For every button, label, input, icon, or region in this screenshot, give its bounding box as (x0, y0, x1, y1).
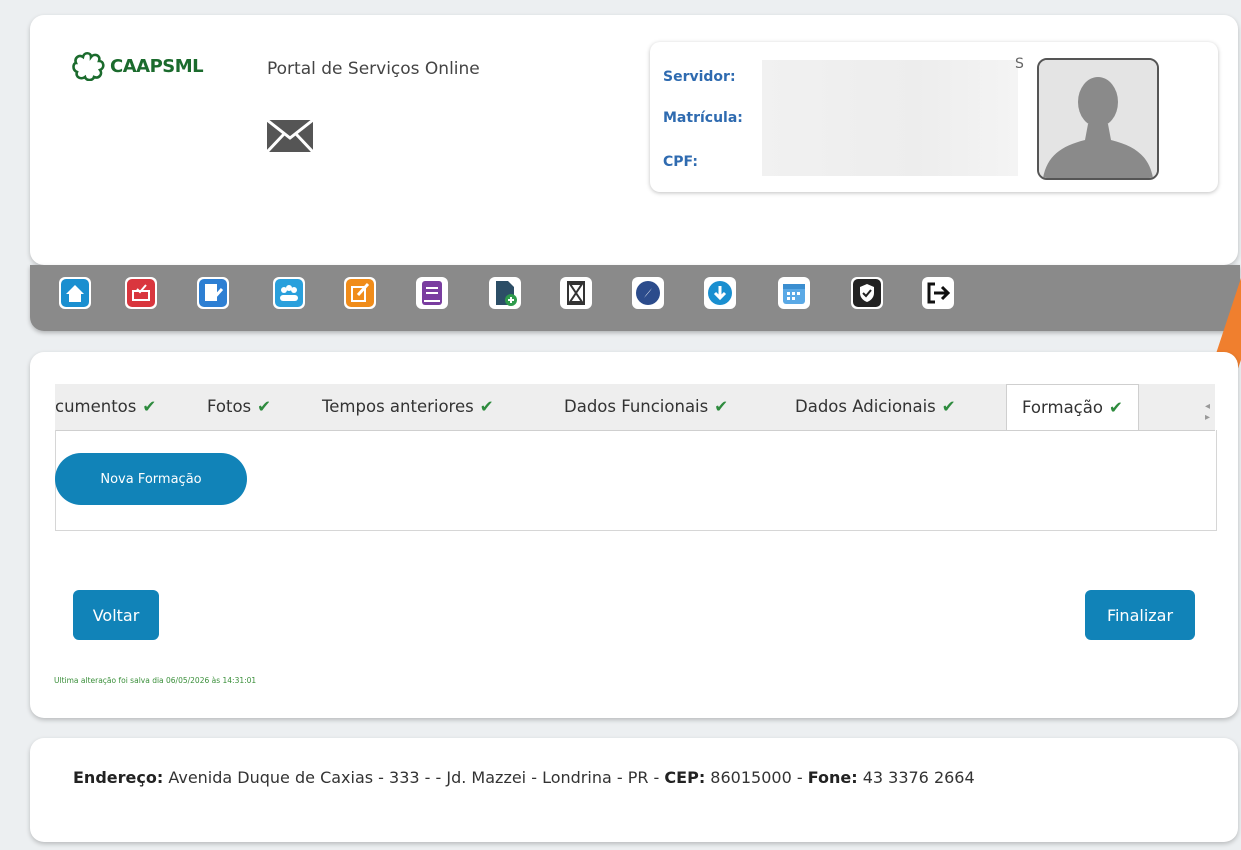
user-silhouette-icon (1039, 60, 1157, 178)
tab-dados-adicionais[interactable]: Dados Adicionais ✔ (795, 384, 956, 430)
check-icon: ✔ (714, 397, 729, 416)
file-add-icon[interactable] (489, 277, 521, 309)
check-icon: ✔ (941, 397, 956, 416)
tab-tempos-anteriores[interactable]: Tempos anteriores ✔ (322, 384, 494, 430)
users-icon[interactable] (273, 277, 305, 309)
tabs-bar: cumentos ✔ Fotos ✔ Tempos anteriores ✔ Dado… (55, 384, 1215, 431)
tab-documentos[interactable]: cumentos ✔ (55, 384, 156, 430)
avatar (1037, 58, 1159, 180)
user-info-box: Servidor: Matrícula: CPF: S (650, 42, 1218, 192)
last-saved-note: Ultima alteração foi salva dia 06/05/202… (54, 676, 257, 685)
tab-label: Dados Adicionais (795, 397, 936, 416)
matricula-label: Matrícula: (663, 110, 743, 126)
envelope-icon[interactable] (265, 118, 315, 157)
voltar-button[interactable]: Voltar (73, 590, 159, 640)
logout-icon[interactable] (922, 277, 954, 309)
tab-label: cumentos (55, 397, 137, 416)
tab-label: Tempos anteriores (322, 397, 474, 416)
tab-fotos[interactable]: Fotos ✔ (207, 384, 271, 430)
header-card: CAAPSML Portal de Serviços Online Servid… (30, 15, 1238, 265)
footer-card: Endereço: Avenida Duque de Caxias - 333 … (30, 738, 1238, 842)
tab-dados-funcionais[interactable]: Dados Funcionais ✔ (564, 384, 728, 430)
book-icon[interactable] (416, 277, 448, 309)
logo-text: CAAPSML (110, 55, 204, 77)
logo[interactable]: CAAPSML (72, 51, 204, 81)
tab-label: Fotos (207, 397, 252, 416)
shield-check-icon[interactable] (851, 277, 883, 309)
home-icon[interactable] (59, 277, 91, 309)
hourglass-icon[interactable] (560, 277, 592, 309)
tab-label: Formação (1022, 398, 1103, 417)
check-icon: ✔ (479, 397, 494, 416)
phone-label: Fone: (807, 768, 858, 787)
download-icon[interactable] (704, 277, 736, 309)
servidor-label: Servidor: (663, 69, 736, 85)
cpf-label: CPF: (663, 154, 698, 170)
calendar-icon[interactable] (778, 277, 810, 309)
portal-title: Portal de Serviços Online (267, 59, 480, 79)
finalizar-button[interactable]: Finalizar (1085, 590, 1195, 640)
redacted-user-data (762, 60, 1018, 176)
check-icon: ✔ (1108, 398, 1123, 417)
pencil-square-icon[interactable] (344, 277, 376, 309)
tab-formacao[interactable]: Formação ✔ (1006, 384, 1139, 430)
address-value: Avenida Duque de Caxias - 333 - - Jd. Ma… (163, 768, 665, 787)
icon-toolbar (30, 265, 1240, 331)
compass-icon[interactable] (632, 277, 664, 309)
check-icon: ✔ (257, 397, 271, 416)
cep-value: 86015000 - (705, 768, 808, 787)
footer-address: Endereço: Avenida Duque de Caxias - 333 … (73, 768, 975, 787)
caapsml-logo-icon (72, 51, 105, 81)
inbox-icon[interactable] (125, 277, 157, 309)
form-card: cumentos ✔ Fotos ✔ Tempos anteriores ✔ Dado… (30, 352, 1238, 718)
edit-document-icon[interactable] (197, 277, 229, 309)
servidor-value-tail: S (1015, 56, 1024, 72)
tab-label: Dados Funcionais (564, 397, 709, 416)
phone-value: 43 3376 2664 (857, 768, 975, 787)
check-icon: ✔ (142, 397, 157, 416)
tab-scroll-arrows[interactable]: ◂ ▸ (1205, 401, 1215, 423)
nova-formacao-button[interactable]: Nova Formação (55, 453, 247, 505)
address-label: Endereço: (73, 768, 164, 787)
cep-label: CEP: (664, 768, 706, 787)
